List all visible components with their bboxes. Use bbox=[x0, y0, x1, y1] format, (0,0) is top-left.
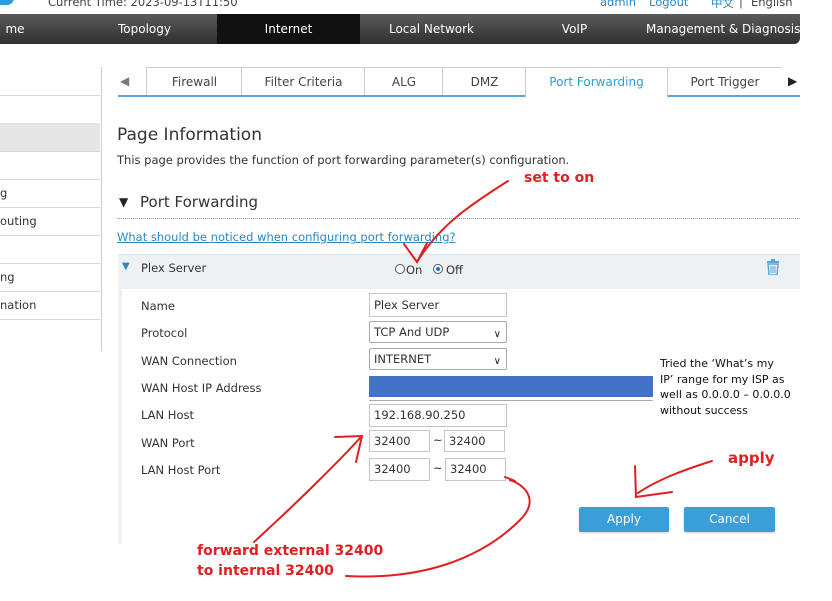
annotation-arrows bbox=[253, 180, 713, 578]
arrow-to-on-radio bbox=[416, 180, 509, 263]
arrow-forward-to-lan bbox=[345, 479, 531, 578]
arrow-to-apply bbox=[637, 460, 713, 494]
tab-port-forwarding[interactable]: Port Forwarding bbox=[525, 67, 668, 98]
arrow-forward-to-wan bbox=[253, 437, 361, 543]
